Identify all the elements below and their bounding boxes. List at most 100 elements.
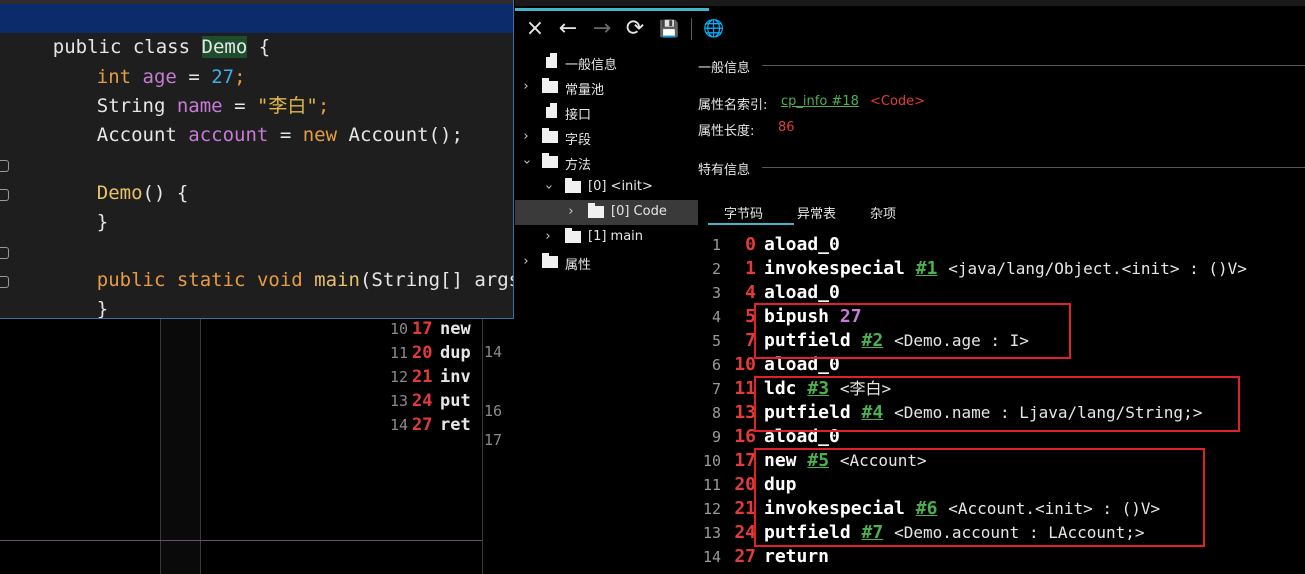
folder-icon xyxy=(565,178,581,193)
line-number: 12 xyxy=(702,500,721,518)
tree-item-label: 接口 xyxy=(565,108,592,123)
class-file-viewer: × ← → ⟳ 💾 🌐 一般信息 › 常量池 接口 › 字段 › 方法 › [0… xyxy=(515,0,1305,574)
divider xyxy=(0,540,482,541)
source-code-popup: public class Demo { int age = 27; String… xyxy=(0,0,514,319)
tree-item-constant-pool[interactable]: › 常量池 xyxy=(515,75,698,100)
opcode: aload_0 xyxy=(764,282,840,303)
bytecode-offset: 20 xyxy=(734,474,756,495)
tree-item-attributes[interactable]: › 属性 xyxy=(515,250,698,275)
line-number: 14 xyxy=(484,343,503,361)
code-line[interactable]: Account account = new Account(); xyxy=(51,93,463,146)
bytecode-offset: 27 xyxy=(734,546,756,567)
save-icon[interactable]: 💾 xyxy=(656,16,682,42)
file-icon xyxy=(546,53,557,68)
line-number: 14 xyxy=(702,548,721,566)
tab-bytecode[interactable]: 字节码 xyxy=(724,203,763,222)
divider xyxy=(762,167,1305,168)
editor-gutter-strip xyxy=(160,318,200,574)
fold-marker-icon[interactable] xyxy=(0,247,9,259)
bytecode-line: 13 24 put xyxy=(389,391,471,411)
toolbar: × ← → ⟳ 💾 🌐 xyxy=(515,8,1305,50)
line-number: 7 xyxy=(711,380,721,398)
chevron-right-icon[interactable]: › xyxy=(542,230,554,244)
tab-exception-table[interactable]: 异常表 xyxy=(797,203,836,222)
opcode: invokespecial xyxy=(764,258,905,279)
line-number: 10 xyxy=(702,452,721,470)
code-line[interactable]: } xyxy=(51,180,108,233)
line-number: 5 xyxy=(711,332,721,350)
bytecode-offset: 17 xyxy=(734,450,756,471)
folder-icon xyxy=(542,78,558,93)
code-line[interactable]: int age = 27; xyxy=(51,35,246,88)
divider xyxy=(200,318,201,574)
bytecode-instruction: return xyxy=(764,545,829,569)
tree-item-methods[interactable]: › 方法 xyxy=(515,150,698,175)
tree-item-method-main[interactable]: › [1] main xyxy=(515,225,698,250)
forward-arrow-icon[interactable]: → xyxy=(589,16,615,42)
bytecode-line: 11 20 dup xyxy=(389,343,471,363)
folder-icon xyxy=(542,153,558,168)
line-number: 9 xyxy=(711,428,721,446)
tree-item-interfaces[interactable]: 接口 xyxy=(515,100,698,125)
chevron-right-icon[interactable]: › xyxy=(565,205,577,219)
fold-marker-icon[interactable] xyxy=(0,276,9,288)
back-arrow-icon[interactable]: ← xyxy=(555,16,581,42)
bytecode-instruction: aload_0 xyxy=(764,233,840,257)
chevron-down-icon[interactable]: › xyxy=(541,181,556,193)
bytecode-offset: 4 xyxy=(745,282,756,303)
window-top-edge xyxy=(515,0,1305,6)
fold-marker-icon[interactable] xyxy=(0,189,9,201)
attr-length-value: 86 xyxy=(778,120,795,135)
attr-length-label: 属性长度: xyxy=(698,124,755,139)
code-line[interactable]: } xyxy=(51,267,108,318)
opcode: return xyxy=(764,546,830,567)
code-line[interactable]: Demo() { xyxy=(51,151,189,204)
code-line[interactable]: public class Demo { xyxy=(7,5,270,58)
bytecode-offset: 24 xyxy=(734,522,756,543)
tree-item-label: 常量池 xyxy=(565,83,605,98)
divider xyxy=(160,318,161,574)
operand-comment: <java/lang/Object.<init> : ()V> xyxy=(948,259,1247,278)
line-number: 16 xyxy=(484,402,503,420)
divider xyxy=(482,318,483,574)
code-line[interactable]: } xyxy=(7,296,64,318)
bytecode-offset: 13 xyxy=(734,402,756,423)
tree-item-general-info[interactable]: 一般信息 xyxy=(515,50,698,75)
globe-icon[interactable]: 🌐 xyxy=(701,16,727,42)
highlight-box-name xyxy=(754,376,1240,432)
bytecode-offset: 1 xyxy=(745,258,756,279)
line-number: 4 xyxy=(711,308,721,326)
tree-item-label: 属性 xyxy=(565,258,592,273)
tree-item-fields[interactable]: › 字段 xyxy=(515,125,698,150)
tree-item-label: 一般信息 xyxy=(565,58,618,73)
chevron-right-icon[interactable]: › xyxy=(520,255,532,269)
bytecode-offset: 7 xyxy=(745,330,756,351)
chevron-down-icon[interactable]: › xyxy=(519,156,534,168)
line-number: 1 xyxy=(711,236,721,254)
tree-item-label: [0] <init> xyxy=(588,179,653,194)
bytecode-line: 10 17 new xyxy=(389,319,471,339)
tree-item-method-init[interactable]: › [0] <init> xyxy=(515,175,698,200)
chevron-right-icon[interactable]: › xyxy=(520,80,532,94)
fold-marker-icon[interactable] xyxy=(0,160,9,172)
code-line[interactable]: public static void main(String[] args) { xyxy=(51,238,513,291)
refresh-icon[interactable]: ⟳ xyxy=(622,16,648,42)
bytecode-offset: 5 xyxy=(745,306,756,327)
folder-icon xyxy=(542,128,558,143)
bytecode-offset: 0 xyxy=(745,234,756,255)
tree-item-init-code[interactable]: › [0] Code xyxy=(515,200,698,225)
bytecode-instruction: aload_0 xyxy=(764,281,840,305)
chevron-right-icon[interactable]: › xyxy=(520,130,532,144)
bytecode-offset: 11 xyxy=(734,378,756,399)
bytecode-offset: 10 xyxy=(734,354,756,375)
tab-misc[interactable]: 杂项 xyxy=(870,203,896,222)
close-icon[interactable]: × xyxy=(522,16,548,42)
structure-tree: 一般信息 › 常量池 接口 › 字段 › 方法 › [0] <init> › [… xyxy=(515,50,698,574)
constant-pool-ref-link[interactable]: #1 xyxy=(916,258,938,279)
highlight-box-age xyxy=(754,303,1071,359)
attr-name-index-link[interactable]: cp_info #18 xyxy=(781,94,859,109)
line-number: 17 xyxy=(484,431,503,449)
line-number: 8 xyxy=(711,404,721,422)
code-line[interactable]: String name = "李白"; xyxy=(51,64,330,117)
line-number: 2 xyxy=(711,260,721,278)
